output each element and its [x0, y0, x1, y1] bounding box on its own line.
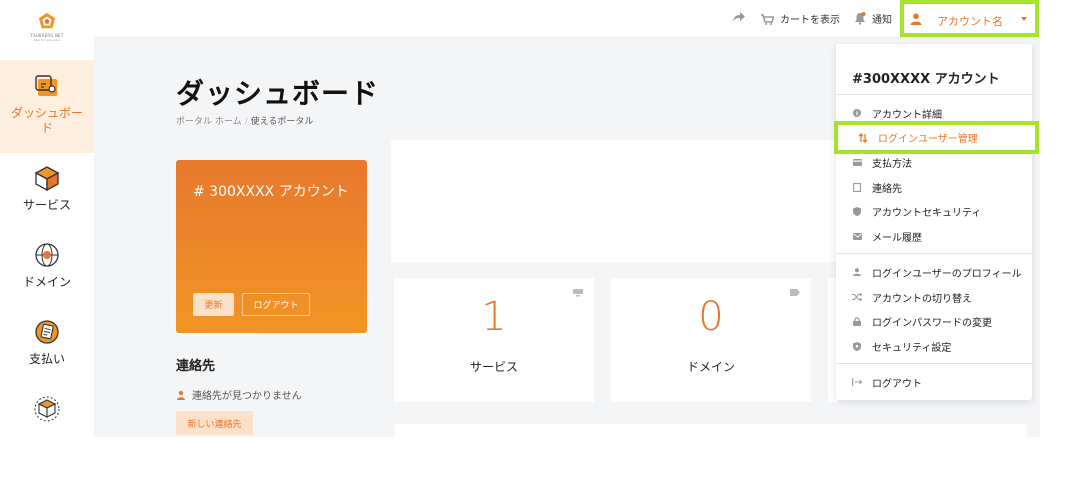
menu-item-payment-methods[interactable]: 支払方法: [836, 152, 1032, 172]
account-dropdown-menu: #300XXXX アカウント アカウント詳細 ログインユーザー管理 支払方法 連…: [834, 44, 1039, 400]
sidebar-item-packages[interactable]: [0, 395, 94, 435]
sidebar-item-dashboard[interactable]: ダッシュボード: [0, 60, 94, 153]
card-logout-button[interactable]: ログアウト: [242, 293, 310, 316]
sidebar: TSUKAERU.NET Web for everyone ダッシュボード サー…: [0, 0, 94, 437]
share-button[interactable]: [732, 11, 746, 23]
mail-icon: [852, 231, 862, 241]
menu-item-security-settings[interactable]: セキュリティ設定: [836, 336, 1032, 356]
user-icon: [910, 13, 922, 25]
menu-item-change-password[interactable]: ログインパスワードの変更: [836, 311, 1032, 331]
menu-item-label: ログインユーザーのプロフィール: [872, 268, 1022, 280]
package-icon: [34, 396, 60, 422]
refresh-button[interactable]: 更新: [193, 293, 234, 316]
bell-icon: [855, 12, 866, 25]
menu-item-contacts[interactable]: 連絡先: [836, 177, 1032, 197]
account-menu-button[interactable]: アカウント名: [900, 0, 1039, 37]
user-icon: [177, 390, 185, 400]
account-card-title: # 300XXXX アカウント: [193, 184, 349, 200]
lock-icon: [852, 316, 862, 326]
stat-value: 0: [698, 294, 724, 340]
dropdown-divider: [836, 363, 1032, 364]
sidebar-item-billing[interactable]: 支払い: [0, 318, 94, 378]
app-canvas: TSUKAERU.NET Web for everyone ダッシュボード サー…: [0, 0, 1040, 437]
user-icon: [852, 267, 862, 277]
menu-item-email-history[interactable]: メール履歴: [836, 226, 1032, 246]
menu-item-label: アカウントセキュリティ: [872, 207, 982, 219]
menu-item-label: ログアウト: [872, 378, 922, 390]
account-card: # 300XXXX アカウント 更新 ログアウト: [176, 160, 367, 333]
menu-item-login-user-management[interactable]: ログインユーザー管理: [834, 121, 1039, 154]
view-cart-label: カートを表示: [780, 15, 840, 26]
overview-panel: [391, 140, 837, 262]
logo[interactable]: TSUKAERU.NET Web for everyone: [29, 12, 65, 46]
view-cart-button[interactable]: カートを表示: [760, 11, 840, 26]
logo-icon: [38, 12, 56, 29]
dropdown-divider: [836, 94, 1032, 95]
contact-icon: [852, 182, 862, 192]
dropdown-title: #300XXXX アカウント: [852, 72, 1000, 87]
stat-value: 1: [481, 294, 507, 340]
menu-item-label: アカウント詳細: [872, 109, 942, 121]
stat-card-services[interactable]: 1 サービス: [394, 278, 594, 402]
dropdown-divider: [836, 253, 1032, 254]
breadcrumb: ポータル ホーム / 使えるポータル: [176, 117, 314, 127]
account-name-label: アカウント名: [937, 15, 1003, 28]
globe-icon: [35, 243, 59, 267]
shuffle-icon: [852, 292, 862, 302]
new-contact-button[interactable]: 新しい連絡先: [176, 411, 253, 435]
info-icon: [852, 108, 862, 118]
menu-item-label: 連絡先: [872, 183, 902, 195]
contacts-empty-message: 連絡先が見つかりません: [176, 387, 302, 402]
notifications-label: 通知: [872, 15, 892, 26]
share-icon: [733, 12, 745, 22]
sidebar-item-label: 支払い: [28, 352, 65, 366]
menu-item-user-profile[interactable]: ログインユーザーのプロフィール: [836, 262, 1032, 282]
menu-item-label: アカウントの切り替え: [872, 293, 972, 305]
contacts-title: 連絡先: [176, 359, 216, 374]
card-icon: [852, 157, 862, 167]
bottom-panel: [395, 424, 1027, 437]
shield-icon: [852, 206, 862, 216]
menu-item-label: セキュリティ設定: [872, 342, 952, 354]
menu-item-label: ログインユーザー管理: [878, 134, 978, 145]
sidebar-item-services[interactable]: サービス: [0, 164, 94, 224]
receipt-icon: [35, 320, 59, 344]
stat-card-domains[interactable]: 0 ドメイン: [611, 278, 811, 402]
stat-label: サービス: [469, 360, 518, 374]
menu-item-label: 支払方法: [872, 158, 912, 170]
contacts-empty-text: 連絡先が見つかりません: [192, 391, 302, 402]
breadcrumb-home-link[interactable]: ポータル ホーム: [176, 117, 242, 127]
sidebar-item-label: ダッシュボード: [10, 106, 83, 135]
stat-label: ドメイン: [686, 360, 735, 374]
caret-down-icon: [1021, 17, 1027, 21]
sidebar-item-domains[interactable]: ドメイン: [0, 241, 94, 301]
dashboard-icon: [35, 75, 57, 96]
menu-item-switch-account[interactable]: アカウントの切り替え: [836, 287, 1032, 307]
menu-item-account-details[interactable]: アカウント詳細: [836, 103, 1032, 123]
menu-item-logout[interactable]: ログアウト: [836, 372, 1032, 392]
logout-icon: [852, 377, 862, 387]
page-title: ダッシュボード: [176, 77, 380, 110]
sidebar-item-label: サービス: [22, 198, 71, 212]
notifications-button[interactable]: 通知: [854, 11, 892, 26]
swap-icon: [858, 132, 868, 143]
breadcrumb-current: 使えるポータル: [250, 117, 314, 127]
topbar: カートを表示 通知: [94, 0, 1040, 38]
shield-check-icon: [852, 341, 862, 351]
menu-item-account-security[interactable]: アカウントセキュリティ: [836, 201, 1032, 221]
menu-item-label: ログインパスワードの変更: [872, 317, 992, 329]
box-icon: [34, 166, 60, 192]
menu-item-label: メール履歴: [872, 232, 922, 244]
sidebar-item-label: ドメイン: [22, 275, 71, 289]
logo-subtext: Web for everyone: [33, 38, 61, 42]
cart-icon: [761, 13, 774, 25]
